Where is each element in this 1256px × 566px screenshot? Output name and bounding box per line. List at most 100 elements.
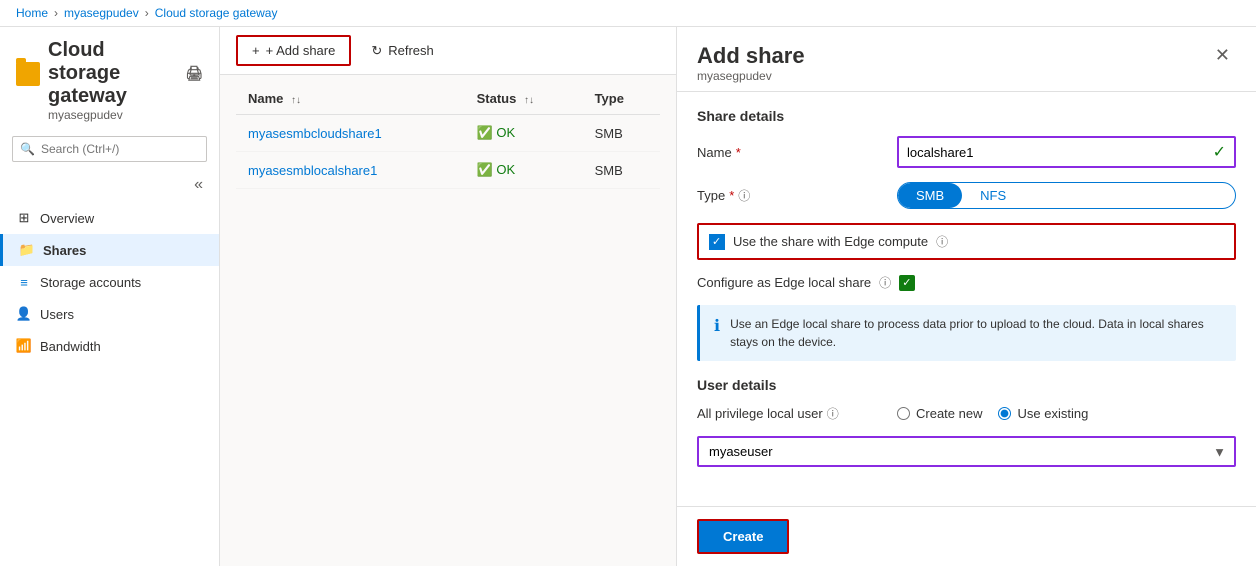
use-existing-radio-label[interactable]: Use existing [998, 406, 1088, 421]
status-ok: ✅ OK [477, 162, 571, 178]
create-new-radio[interactable] [897, 407, 910, 420]
check-mark-icon: ✓ [1213, 142, 1226, 162]
sidebar-title-text: Cloud storage gateway [48, 39, 173, 108]
print-icon[interactable]: 🖨 [185, 65, 203, 82]
close-panel-button[interactable]: ✕ [1209, 43, 1236, 68]
cell-status: ✅ OK [465, 152, 583, 189]
edge-compute-checkbox[interactable] [709, 234, 725, 250]
name-input-container: ✓ [897, 136, 1236, 168]
user-dropdown-wrapper: myaseuser ▼ [697, 436, 1236, 467]
panel-footer: Create [677, 506, 1256, 566]
sidebar-item-bandwidth[interactable]: 📶 Bandwidth [0, 330, 219, 362]
user-details-section-title: User details [697, 377, 1236, 393]
users-icon: 👤 [16, 306, 32, 322]
overview-icon: ⊞ [16, 210, 32, 226]
sidebar-item-label-users: Users [40, 307, 74, 322]
sort-icon-status[interactable]: ↑↓ [524, 95, 534, 106]
panel-subtitle: myasegpudev [697, 69, 805, 83]
use-existing-radio[interactable] [998, 407, 1011, 420]
user-dropdown[interactable]: myaseuser [697, 436, 1236, 467]
breadcrumb-home[interactable]: Home [16, 6, 48, 20]
info-box: ℹ Use an Edge local share to process dat… [697, 305, 1236, 361]
add-icon: + [252, 43, 260, 58]
edge-local-checkbox[interactable] [899, 275, 915, 291]
edge-local-info-icon[interactable]: ⓘ [879, 274, 891, 291]
panel-body: Share details Name * ✓ Type * [677, 92, 1256, 506]
col-name: Name ↑↓ [236, 83, 465, 115]
privilege-label: All privilege local user ⓘ [697, 405, 897, 422]
sidebar-item-storage-accounts[interactable]: ≡ Storage accounts [0, 266, 219, 298]
col-status: Status ↑↓ [465, 83, 583, 115]
edge-local-label[interactable]: Configure as Edge local share ⓘ [697, 274, 915, 291]
cell-name: myasesmbcloudshare1 [236, 115, 465, 152]
content-toolbar: + + Add share ↻ Refresh [220, 27, 676, 75]
search-input[interactable] [12, 136, 207, 162]
cell-status: ✅ OK [465, 115, 583, 152]
sidebar-item-shares[interactable]: 📁 Shares [0, 234, 219, 266]
search-bar-container: 🔍 [12, 136, 207, 162]
breadcrumb-page[interactable]: Cloud storage gateway [155, 6, 278, 20]
sidebar: Cloud storage gateway 🖨 myasegpudev 🔍 « … [0, 27, 220, 566]
type-label: Type * ⓘ [697, 187, 897, 204]
sidebar-subtitle: myasegpudev [48, 108, 203, 122]
sidebar-item-overview[interactable]: ⊞ Overview [0, 202, 219, 234]
privilege-info-icon[interactable]: ⓘ [827, 405, 839, 422]
type-nfs-button[interactable]: NFS [962, 183, 1024, 208]
add-share-panel: Add share myasegpudev ✕ Share details Na… [676, 27, 1256, 566]
sidebar-item-label-bandwidth: Bandwidth [40, 339, 101, 354]
user-details-section: User details All privilege local user ⓘ … [697, 377, 1236, 467]
sidebar-header: Cloud storage gateway 🖨 myasegpudev [0, 27, 219, 126]
name-required: * [736, 145, 741, 160]
share-details-section-title: Share details [697, 108, 1236, 124]
breadcrumb-device[interactable]: myasegpudev [64, 6, 139, 20]
breadcrumb-sep1: › [54, 6, 58, 20]
name-input-wrapper: ✓ [897, 136, 1236, 168]
panel-title: Add share [697, 43, 805, 69]
shares-table: Name ↑↓ Status ↑↓ Type myasesmbcloudshar… [236, 83, 660, 189]
table-row: myasesmbcloudshare1 ✅ OK SMB [236, 115, 660, 152]
sidebar-item-users[interactable]: 👤 Users [0, 298, 219, 330]
breadcrumb: Home › myasegpudev › Cloud storage gatew… [0, 0, 1256, 27]
refresh-button[interactable]: ↻ Refresh [359, 37, 445, 65]
type-required: * [729, 188, 734, 203]
sidebar-item-label-storage: Storage accounts [40, 275, 141, 290]
sidebar-item-label-shares: Shares [43, 243, 86, 258]
name-label: Name * [697, 145, 897, 160]
type-info-icon[interactable]: ⓘ [738, 187, 750, 204]
create-new-radio-label[interactable]: Create new [897, 406, 982, 421]
info-box-text: Use an Edge local share to process data … [730, 315, 1222, 351]
shares-folder-icon: 📁 [19, 242, 35, 258]
cell-type: SMB [583, 115, 660, 152]
refresh-label: Refresh [388, 43, 434, 58]
add-share-button[interactable]: + + Add share [236, 35, 351, 66]
type-field-row: Type * ⓘ SMB NFS [697, 182, 1236, 209]
name-field-row: Name * ✓ [697, 136, 1236, 168]
folder-icon [16, 62, 40, 86]
add-share-label: + Add share [266, 43, 336, 58]
col-type: Type [583, 83, 660, 115]
shares-table-container: Name ↑↓ Status ↑↓ Type myasesmbcloudshar… [220, 75, 676, 197]
cell-name: myasesmblocalshare1 [236, 152, 465, 189]
info-box-icon: ℹ [714, 316, 720, 351]
bandwidth-icon: 📶 [16, 338, 32, 354]
table-row: myasesmblocalshare1 ✅ OK SMB [236, 152, 660, 189]
sidebar-title: Cloud storage gateway 🖨 [16, 39, 203, 108]
type-smb-button[interactable]: SMB [898, 183, 962, 208]
edge-compute-info-icon[interactable]: ⓘ [936, 233, 948, 250]
sort-icon-name[interactable]: ↑↓ [291, 95, 301, 106]
content-area: + + Add share ↻ Refresh Name ↑↓ Stat [220, 27, 676, 566]
panel-header: Add share myasegpudev ✕ [677, 27, 1256, 92]
type-toggle-wrapper: SMB NFS [897, 182, 1236, 209]
sidebar-item-label-overview: Overview [40, 211, 94, 226]
name-input[interactable] [907, 145, 1209, 160]
type-toggle: SMB NFS [897, 182, 1236, 209]
collapse-button[interactable]: « [186, 172, 211, 198]
create-button[interactable]: Create [697, 519, 789, 554]
cell-type: SMB [583, 152, 660, 189]
breadcrumb-sep2: › [145, 6, 149, 20]
sidebar-nav: ⊞ Overview 📁 Shares ≡ Storage accounts 👤… [0, 202, 219, 362]
edge-compute-label[interactable]: Use the share with Edge compute ⓘ [709, 233, 948, 250]
storage-icon: ≡ [16, 274, 32, 290]
status-ok: ✅ OK [477, 125, 571, 141]
search-icon: 🔍 [20, 142, 35, 156]
